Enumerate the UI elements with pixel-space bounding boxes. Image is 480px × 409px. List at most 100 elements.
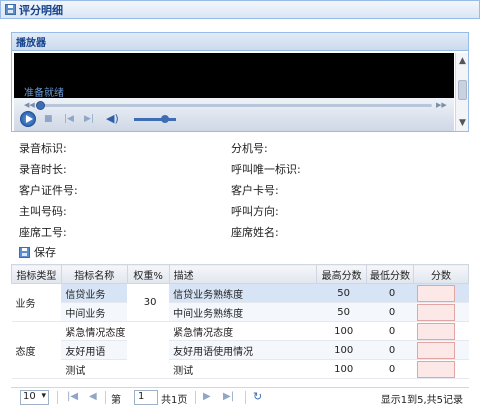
item-min-cell: 0: [366, 283, 414, 303]
table-row[interactable]: 业务 信贷业务 30 信贷业务熟练度 50 0: [11, 283, 469, 322]
rewind-icon[interactable]: ◀◀: [24, 101, 35, 109]
player-scrollbar[interactable]: ▲ ▼: [455, 53, 468, 131]
save-button[interactable]: 保存: [19, 244, 56, 260]
item-desc-cell: 友好用语使用情况: [169, 340, 317, 360]
item-min-cell: 0: [366, 359, 414, 379]
seek-handle[interactable]: [36, 101, 45, 110]
item-min-cell: 0: [366, 340, 414, 360]
score-input[interactable]: [417, 322, 456, 340]
save-icon: [5, 4, 16, 15]
play-button[interactable]: [20, 111, 36, 127]
item-desc-cell: 测试: [169, 359, 317, 379]
player-header: 播放器: [12, 33, 468, 51]
previous-icon[interactable]: |◀: [64, 114, 74, 124]
customer-id-label: 客户证件号:: [19, 184, 78, 197]
volume-icon[interactable]: ◀): [106, 112, 119, 125]
pagination-bar: 10 |◀ ◀ 第 1 共1页 ▶ ▶| ↻ 显示1到5,共5记录: [11, 387, 469, 407]
item-name-cell: 紧急情况态度: [61, 321, 128, 341]
col-header-name[interactable]: 指标名称: [60, 264, 128, 284]
item-name-cell: 友好用语: [61, 340, 128, 360]
prev-page-icon[interactable]: ◀: [89, 391, 97, 402]
volume-slider[interactable]: [134, 118, 176, 121]
volume-handle[interactable]: [161, 115, 169, 123]
group-type-cell: 业务: [11, 283, 62, 322]
col-header-max[interactable]: 最高分数: [316, 264, 368, 284]
item-desc-cell: 紧急情况态度: [169, 321, 317, 341]
player-title: 播放器: [16, 38, 46, 49]
media-player[interactable]: 准备就绪 ◀◀ ▶▶ ■ |◀ ▶| ◀): [14, 53, 454, 131]
table-header-row: 指标类型 指标名称 权重% 描述 最高分数 最低分数 分数: [11, 264, 470, 284]
divider: [245, 391, 246, 404]
stop-icon[interactable]: ■: [44, 114, 53, 124]
table-row[interactable]: 态度 紧急情况态度 紧急情况态度 100 0: [11, 321, 469, 379]
score-cell[interactable]: [413, 283, 469, 303]
table-row[interactable]: 测试 测试 100 0: [12, 359, 469, 379]
score-cell[interactable]: [413, 302, 469, 322]
scroll-down-icon[interactable]: ▼: [456, 117, 469, 129]
player-panel: 播放器 准备就绪 ◀◀ ▶▶ ■ |◀ ▶| ◀) ▲ ▼: [11, 32, 469, 132]
scroll-up-icon[interactable]: ▲: [456, 55, 469, 67]
item-max-cell: 100: [316, 340, 367, 360]
refresh-icon[interactable]: ↻: [253, 390, 262, 403]
item-desc-cell: 信贷业务熟练度: [169, 283, 317, 303]
group-type-cell: 态度: [11, 321, 62, 379]
agent-name-label: 座席姓名:: [231, 226, 279, 239]
window-title: 评分明细: [19, 3, 63, 17]
item-max-cell: 100: [316, 321, 367, 341]
extension-label: 分机号:: [231, 142, 268, 155]
col-header-desc[interactable]: 描述: [168, 264, 318, 284]
item-name-cell: 信贷业务: [61, 283, 128, 303]
window-titlebar: 评分明细: [0, 0, 480, 19]
page-prefix: 第: [111, 395, 121, 406]
seek-bar[interactable]: [36, 104, 432, 107]
caller-number-label: 主叫号码:: [19, 205, 67, 218]
item-name-cell: 中间业务: [61, 302, 128, 322]
col-header-type[interactable]: 指标类型: [11, 264, 62, 284]
first-page-icon[interactable]: |◀: [67, 391, 78, 402]
score-cell[interactable]: [413, 340, 469, 360]
item-min-cell: 0: [366, 302, 414, 322]
score-input[interactable]: [417, 303, 456, 321]
recording-duration-label: 录音时长:: [19, 163, 67, 176]
table-row[interactable]: 中间业务 中间业务熟练度 50 0: [12, 302, 469, 322]
call-direction-label: 呼叫方向:: [231, 205, 279, 218]
page-number-input[interactable]: 1: [134, 390, 158, 405]
recording-id-label: 录音标识:: [19, 142, 67, 155]
page-size-select[interactable]: 10: [20, 390, 49, 405]
col-header-min[interactable]: 最低分数: [366, 264, 414, 284]
score-input[interactable]: [417, 360, 456, 378]
score-input[interactable]: [417, 284, 456, 302]
fast-forward-icon[interactable]: ▶▶: [436, 101, 447, 109]
page-total: 共1页: [161, 395, 188, 406]
col-header-score[interactable]: 分数: [412, 264, 470, 284]
score-cell[interactable]: [413, 321, 469, 341]
save-label: 保存: [34, 246, 56, 259]
col-header-weight[interactable]: 权重%: [126, 264, 170, 284]
video-area[interactable]: 准备就绪: [14, 53, 454, 99]
next-page-icon[interactable]: ▶: [203, 391, 211, 402]
divider: [105, 391, 106, 404]
item-desc-cell: 中间业务熟练度: [169, 302, 317, 322]
item-max-cell: 50: [316, 302, 367, 322]
next-icon[interactable]: ▶|: [84, 114, 94, 124]
save-icon: [19, 246, 30, 258]
score-cell[interactable]: [413, 359, 469, 379]
item-max-cell: 50: [316, 283, 367, 303]
group-weight-cell: 30: [127, 283, 170, 322]
item-min-cell: 0: [366, 321, 414, 341]
score-input[interactable]: [417, 341, 456, 359]
agent-id-label: 座席工号:: [19, 226, 67, 239]
player-controls: ◀◀ ▶▶ ■ |◀ ▶| ◀): [14, 98, 454, 131]
divider: [57, 391, 58, 404]
pager-summary: 显示1到5,共5记录: [380, 395, 463, 406]
call-unique-id-label: 呼叫唯一标识:: [231, 163, 301, 176]
group-weight-cell: [127, 321, 170, 379]
customer-card-label: 客户卡号:: [231, 184, 279, 197]
last-page-icon[interactable]: ▶|: [223, 391, 234, 402]
player-status: 准备就绪: [24, 88, 64, 99]
table-row[interactable]: 友好用语 友好用语使用情况 100 0: [12, 340, 469, 360]
scroll-thumb[interactable]: [458, 80, 467, 100]
divider: [195, 391, 196, 404]
item-name-cell: 测试: [61, 359, 128, 379]
item-max-cell: 100: [316, 359, 367, 379]
